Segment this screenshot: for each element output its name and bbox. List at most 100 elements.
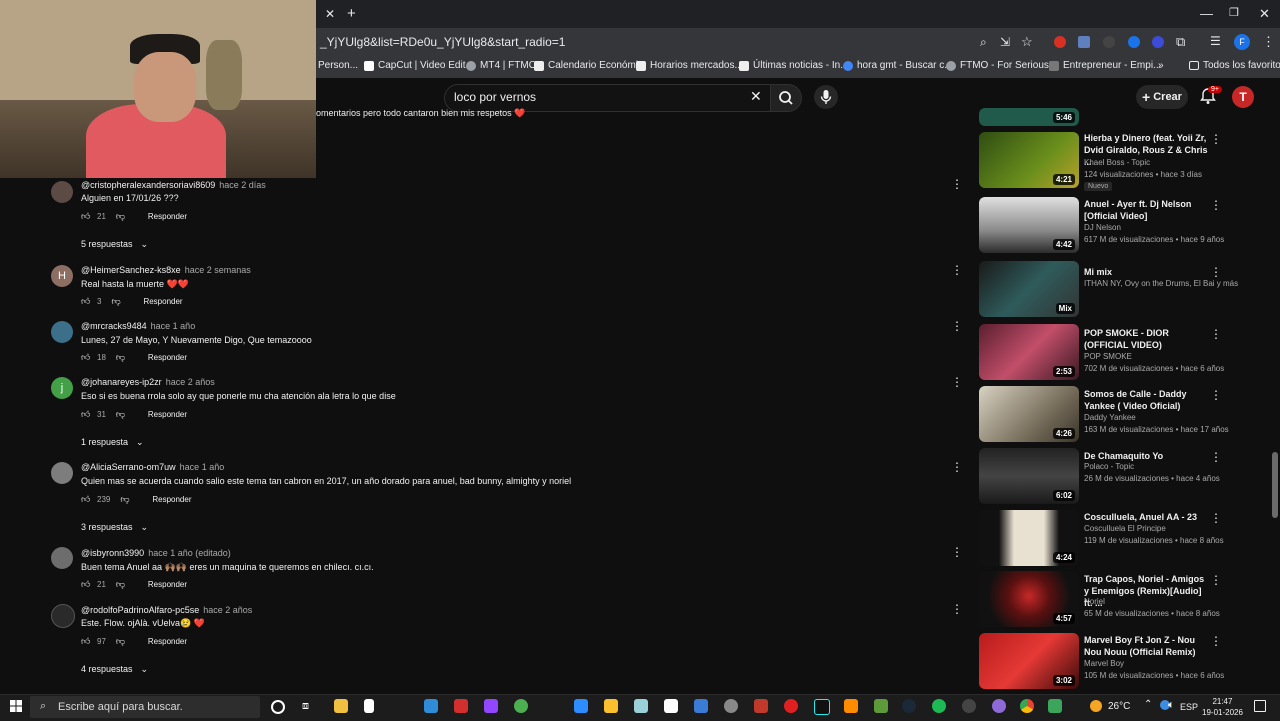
extensions-puzzle-icon[interactable]: ⧉ [1176,34,1185,50]
extension-icon[interactable] [1078,36,1090,48]
weather-icon[interactable] [1090,700,1102,712]
task-view-icon[interactable]: ⧈ [302,700,309,713]
video-title[interactable]: Mi mix [1084,266,1210,278]
temperature[interactable]: 26°C [1108,701,1130,712]
comment-time[interactable]: hace 2 años [166,377,215,387]
scrollbar-track[interactable] [1272,116,1278,694]
new-tab-icon[interactable]: + [347,5,356,22]
extension-icon[interactable] [1103,36,1115,48]
video-menu-icon[interactable]: ⋮ [1210,327,1222,341]
video-channel[interactable]: Marvel Boy [1084,659,1124,668]
avatar[interactable]: j [51,377,73,399]
tab-close-icon[interactable]: ✕ [325,7,335,21]
app-icon[interactable] [844,699,858,713]
notification-center-icon[interactable] [1254,700,1266,712]
bookmark-item[interactable]: hora gmt - Buscar c... [843,60,953,71]
all-bookmarks[interactable]: Todos los favoritos [1189,60,1280,71]
reading-list-icon[interactable]: ☰ [1210,34,1221,48]
app-icon[interactable] [634,699,648,713]
capcut-icon[interactable] [664,699,678,713]
like-icon[interactable]: 👍︎ [81,494,91,504]
windows-start-icon[interactable] [10,700,22,715]
comment-author[interactable]: @johanareyes-ip2zr [81,377,162,387]
restore-icon[interactable]: ❐ [1229,6,1239,19]
extension-icon[interactable] [1152,36,1164,48]
like-icon[interactable]: 👍︎ [81,211,91,221]
bookmark-item[interactable]: Últimas noticias - In... [739,60,849,71]
view-replies-button[interactable]: 5 respuestas ⌄ [81,239,148,250]
more-bookmarks-icon[interactable]: » [1158,60,1164,71]
video-thumbnail[interactable]: 4:57 [979,571,1079,627]
comment-menu-icon[interactable]: ⋮ [951,263,963,277]
video-menu-icon[interactable]: ⋮ [1210,634,1222,648]
bookmark-item[interactable]: FTMO - For Serious... [946,60,1057,71]
reply-button[interactable]: Responder [148,212,187,221]
comment-time[interactable]: hace 1 año (editado) [148,548,231,558]
video-thumbnail[interactable]: 4:21 [979,132,1079,188]
app-icon[interactable] [694,699,708,713]
reply-button[interactable]: Responder [152,495,191,504]
bookmark-item[interactable]: MT4 | FTMO [466,60,536,71]
like-icon[interactable]: 👍︎ [81,409,91,419]
video-thumbnail[interactable]: 5:46 [979,108,1079,126]
view-replies-button[interactable]: 4 respuestas ⌄ [81,664,148,675]
avatar[interactable] [51,181,73,203]
app-icon[interactable] [754,699,768,713]
zoom-icon[interactable]: ⌕ [980,35,987,50]
video-thumbnail[interactable]: 4:24 [979,510,1079,566]
view-replies-button[interactable]: 1 respuesta ⌄ [81,437,144,448]
app-icon[interactable] [424,699,438,713]
video-menu-icon[interactable]: ⋮ [1210,511,1222,525]
browser-menu-icon[interactable]: ⋮ [1262,34,1275,50]
video-menu-icon[interactable]: ⋮ [1210,573,1222,587]
reply-button[interactable]: Responder [148,353,187,362]
video-channel[interactable]: Daddy Yankee [1084,413,1136,422]
comment-menu-icon[interactable]: ⋮ [951,177,963,191]
file-explorer-icon[interactable] [334,699,348,713]
clear-search-icon[interactable]: ✕ [750,88,762,105]
settings-gear-icon[interactable] [724,699,738,713]
video-menu-icon[interactable]: ⋮ [1210,265,1222,279]
comment-menu-icon[interactable]: ⋮ [951,545,963,559]
video-channel[interactable]: DJ Nelson [1084,223,1121,232]
app-icon[interactable] [1048,699,1062,713]
scrollbar-thumb[interactable] [1272,452,1278,518]
avatar[interactable] [51,462,73,484]
dislike-icon[interactable]: 👎︎ [116,636,126,646]
avatar[interactable] [51,321,73,343]
dislike-icon[interactable]: 👎︎ [116,409,126,419]
app-icon[interactable] [364,699,374,713]
spotify-icon[interactable] [932,699,946,713]
cortana-icon[interactable] [271,700,285,714]
video-channel[interactable]: ITHAN NY, Ovy on the Drums, El Bai y más [1084,279,1238,288]
app-icon[interactable] [992,699,1006,713]
opera-icon[interactable] [784,699,798,713]
video-channel[interactable]: POP SMOKE [1084,352,1132,361]
video-title[interactable]: Anuel - Ayer ft. Dj Nelson [Official Vid… [1084,198,1210,222]
twitch-icon[interactable] [484,699,498,713]
like-icon[interactable]: 👍︎ [81,636,91,646]
language-indicator[interactable]: ESP [1180,702,1198,712]
close-window-icon[interactable]: ✕ [1259,6,1270,22]
video-thumbnail[interactable]: 4:42 [979,197,1079,253]
app-icon[interactable] [962,699,976,713]
video-title[interactable]: POP SMOKE - DIOR (OFFICIAL VIDEO) [1084,327,1210,351]
reply-button[interactable]: Responder [143,297,182,306]
comment-author[interactable]: @rodolfoPadrinoAlfaro-pc5se [81,605,199,615]
comment-time[interactable]: hace 2 días [219,180,266,190]
bookmark-item[interactable]: CapCut | Video Edit... [364,60,474,71]
dislike-icon[interactable]: 👎︎ [111,296,121,306]
video-thumbnail[interactable]: 6:02 [979,448,1079,504]
video-thumbnail[interactable]: 4:26 [979,386,1079,442]
bookmark-item[interactable]: Entrepreneur - Empi... [1049,60,1161,71]
video-menu-icon[interactable]: ⋮ [1210,388,1222,402]
video-title[interactable]: Cosculluela, Anuel AA - 23 [1084,511,1210,523]
comment-author[interactable]: @HeimerSanchez-ks8xe [81,265,181,275]
steam-icon[interactable] [902,699,916,713]
dislike-icon[interactable]: 👎︎ [116,579,126,589]
chrome-icon[interactable] [1020,699,1034,713]
comment-menu-icon[interactable]: ⋮ [951,319,963,333]
video-menu-icon[interactable]: ⋮ [1210,198,1222,212]
bookmark-item[interactable]: Person... [318,60,358,71]
avatar[interactable] [51,604,75,628]
